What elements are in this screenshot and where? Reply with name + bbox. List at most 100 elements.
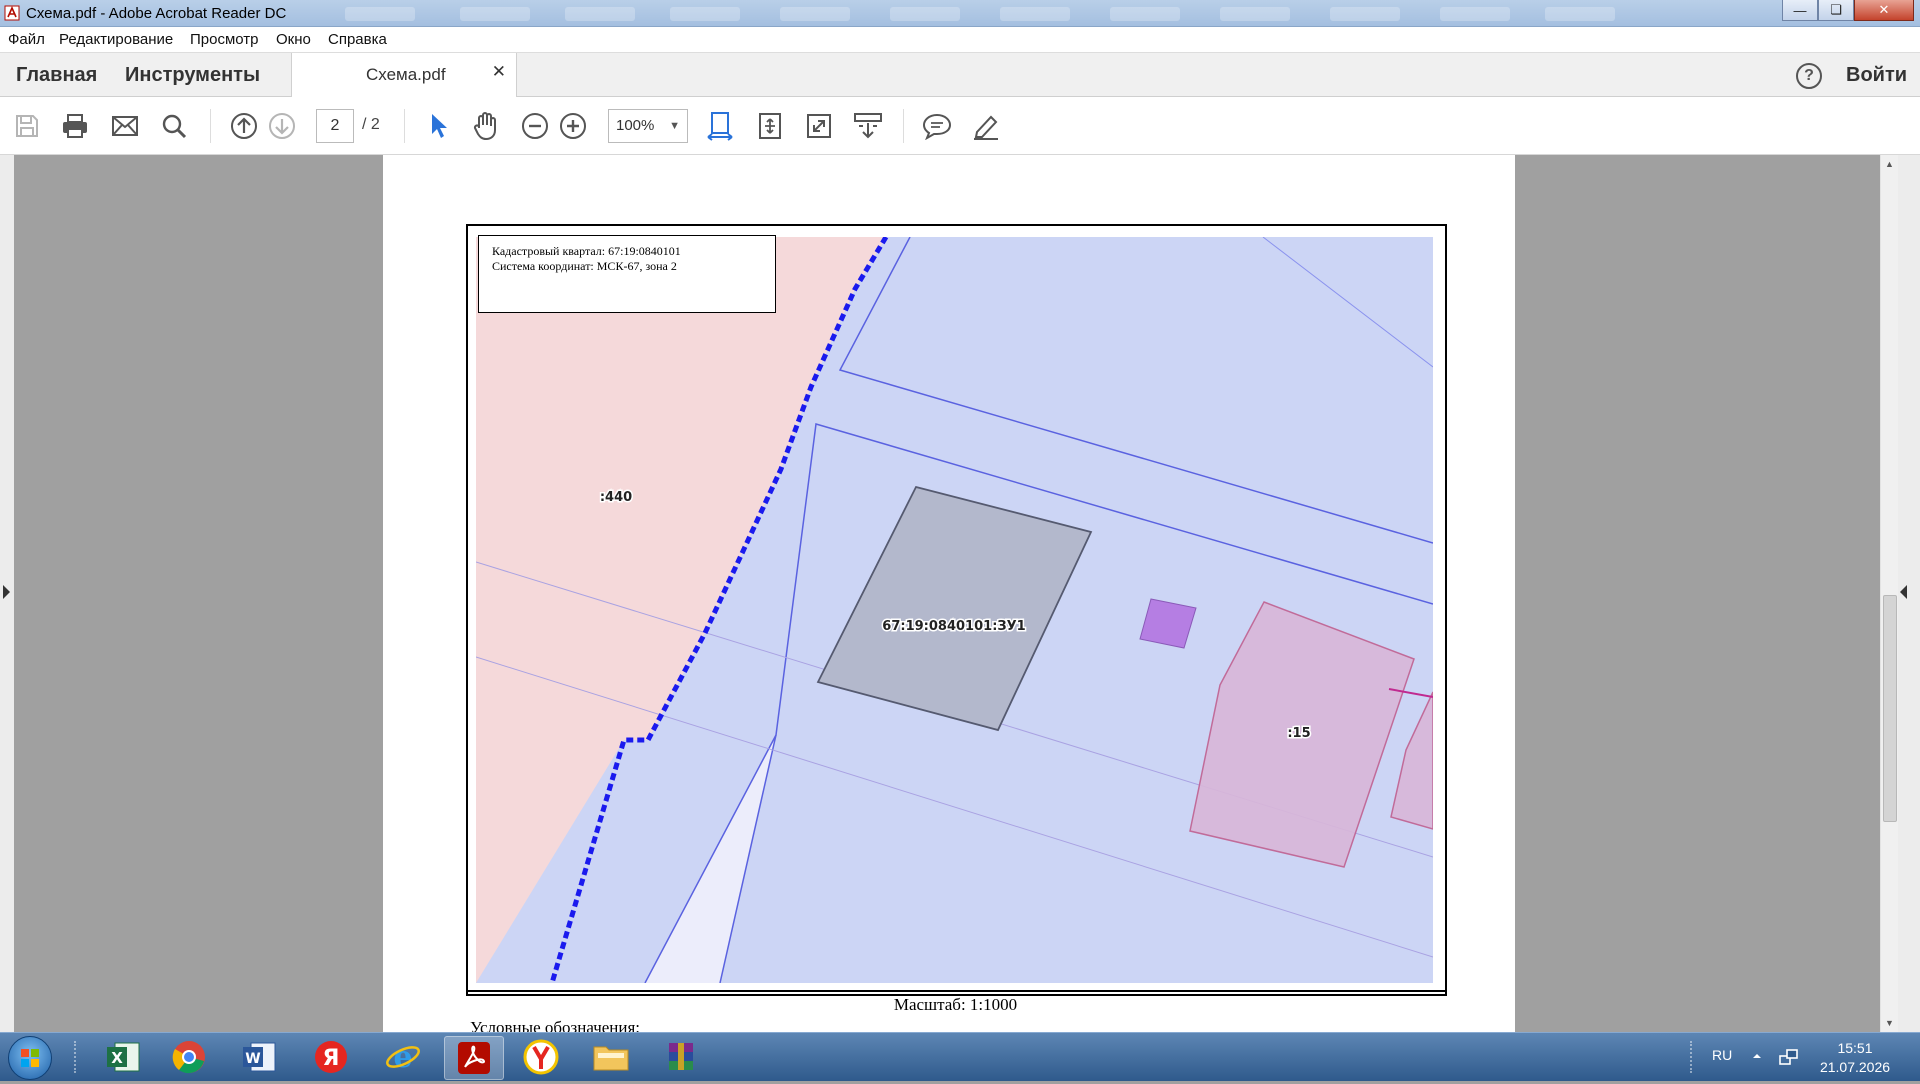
windows-logo-icon (21, 1049, 39, 1067)
scale-label: Масштаб: 1:1000 (893, 995, 1018, 1014)
taskbar-file-explorer[interactable] (582, 1036, 640, 1078)
clock-date: 21.07.2026 (1819, 1059, 1891, 1075)
tab-bar: Главная Инструменты Схема.pdf ✕ ? Войти (0, 53, 1920, 97)
left-pane-toggle[interactable] (0, 155, 14, 1032)
page-total: / 2 (362, 116, 380, 133)
clock-time: 15:51 (1837, 1040, 1873, 1056)
vertical-scrollbar[interactable]: ▲ ▼ (1880, 155, 1898, 1032)
zoom-out-icon[interactable] (520, 111, 550, 141)
background-tab (1440, 7, 1510, 21)
background-tab (1220, 7, 1290, 21)
folder-icon (593, 1046, 629, 1071)
background-tab (1545, 7, 1615, 21)
search-icon[interactable] (159, 111, 189, 141)
cadastral-quarter-label: Кадастровый квартал: 67:19:0840101 (492, 244, 681, 258)
taskbar-acrobat[interactable] (444, 1036, 504, 1080)
comment-icon[interactable] (922, 111, 952, 141)
window-controls: — ❏ ✕ (1782, 0, 1914, 21)
close-window-button[interactable]: ✕ (1854, 0, 1914, 21)
email-icon[interactable] (110, 111, 140, 141)
menu-view[interactable]: Просмотр (190, 31, 259, 48)
zoom-in-icon[interactable] (558, 111, 588, 141)
network-icon[interactable] (1778, 1047, 1800, 1067)
taskbar-yandex[interactable]: Я (302, 1036, 360, 1078)
zoom-dropdown[interactable]: 100% ▼ (608, 109, 688, 143)
close-tab-icon[interactable]: ✕ (492, 62, 506, 82)
label-parcel-zu1: 67:19:0840101:ЗУ1 (882, 619, 1025, 634)
acrobat-app-icon (4, 5, 20, 21)
toolbar-divider (404, 109, 405, 143)
chrome-icon (172, 1041, 205, 1074)
next-page-icon[interactable] (267, 111, 297, 141)
fit-width-icon[interactable] (705, 111, 735, 141)
taskbar-yandex-browser[interactable] (512, 1036, 570, 1078)
background-tab (345, 7, 415, 21)
internet-explorer-icon: e (386, 1040, 420, 1075)
taskbar-chrome[interactable] (160, 1036, 218, 1078)
svg-text:X: X (111, 1049, 123, 1067)
svg-text:Я: Я (323, 1046, 340, 1071)
taskbar-internet-explorer[interactable]: e (374, 1036, 432, 1078)
hand-tool-icon[interactable] (471, 111, 501, 141)
sign-in-button[interactable]: Войти (1846, 64, 1907, 87)
print-icon[interactable] (60, 111, 90, 141)
menu-bar: Файл Редактирование Просмотр Окно Справк… (0, 27, 1920, 53)
taskbar-grip (74, 1041, 80, 1073)
word-icon: W (243, 1042, 276, 1072)
map-info-box: Кадастровый квартал: 67:19:0840101 Систе… (478, 235, 776, 313)
yandex-browser-icon (523, 1039, 559, 1075)
zoom-value: 100% (616, 117, 655, 134)
chevron-right-icon (3, 585, 10, 599)
label-parcel-440: :440 (600, 490, 632, 505)
menu-window[interactable]: Окно (276, 31, 311, 48)
taskbar-word[interactable]: W (230, 1036, 288, 1078)
background-tab (670, 7, 740, 21)
scroll-thumb[interactable] (1883, 595, 1897, 822)
read-mode-icon[interactable] (853, 111, 883, 141)
winrar-icon (669, 1043, 693, 1070)
previous-page-icon[interactable] (229, 111, 259, 141)
help-icon[interactable]: ? (1796, 63, 1822, 89)
language-indicator[interactable]: RU (1712, 1047, 1732, 1063)
taskbar-grip (1690, 1041, 1696, 1073)
background-tab (1110, 7, 1180, 21)
coordinate-system-label: Система координат: МСК-67, зона 2 (492, 259, 677, 273)
save-icon[interactable] (12, 111, 42, 141)
start-button[interactable] (8, 1036, 52, 1080)
taskbar-winrar[interactable] (652, 1036, 710, 1078)
chevron-left-icon (1900, 585, 1907, 599)
title-bar: Схема.pdf - Adobe Acrobat Reader DC — ❏ … (0, 0, 1920, 27)
tray-expand-icon[interactable] (1752, 1051, 1762, 1061)
scroll-down-icon[interactable]: ▼ (1885, 1018, 1894, 1028)
menu-edit[interactable]: Редактирование (59, 31, 173, 48)
document-tab-label: Схема.pdf (366, 65, 446, 84)
scroll-up-icon[interactable]: ▲ (1885, 159, 1894, 169)
background-tab (890, 7, 960, 21)
page-number-input[interactable]: 2 (316, 109, 354, 143)
label-parcel-15: :15 (1287, 726, 1310, 741)
frame-divider (466, 990, 1445, 992)
highlight-pen-icon[interactable] (971, 111, 1001, 141)
maximize-button[interactable]: ❏ (1818, 0, 1854, 21)
svg-text:W: W (245, 1051, 260, 1067)
full-screen-icon[interactable] (804, 111, 834, 141)
select-cursor-icon[interactable] (423, 111, 453, 141)
background-tab (565, 7, 635, 21)
tab-document[interactable]: Схема.pdf ✕ (291, 53, 517, 97)
minimize-button[interactable]: — (1782, 0, 1818, 21)
fit-page-icon[interactable] (755, 111, 785, 141)
toolbar-divider (210, 109, 211, 143)
taskbar-excel[interactable]: X (94, 1036, 152, 1078)
toolbar: 2 / 2 100% ▼ (0, 97, 1920, 155)
yandex-icon: Я (315, 1041, 347, 1073)
tab-tools[interactable]: Инструменты (125, 64, 260, 87)
background-tab (780, 7, 850, 21)
toolbar-divider (903, 109, 904, 143)
excel-icon: X (107, 1042, 140, 1072)
cadastral-map: :440 67:19:0840101:ЗУ1 :15 (476, 237, 1433, 983)
taskbar: X W Я e RU 15:51 21.07.2026 (0, 1032, 1920, 1081)
tab-home[interactable]: Главная (16, 64, 97, 87)
menu-file[interactable]: Файл (8, 31, 45, 48)
menu-help[interactable]: Справка (328, 31, 387, 48)
system-clock[interactable]: 15:51 21.07.2026 (1810, 1039, 1900, 1077)
